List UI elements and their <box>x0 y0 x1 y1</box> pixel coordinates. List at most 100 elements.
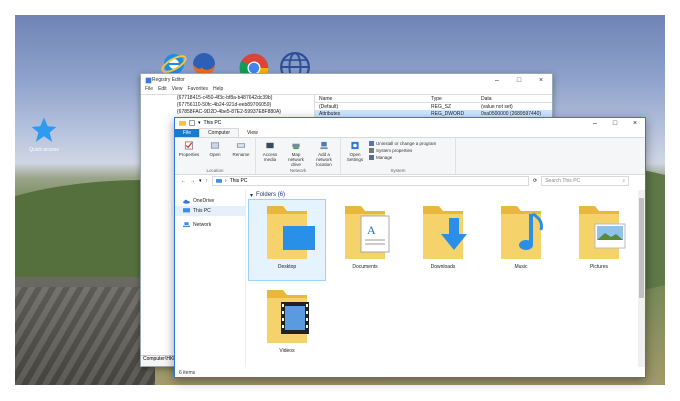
map-network-drive-label: Map network drive <box>288 152 304 167</box>
minimize-button[interactable]: – <box>486 77 508 84</box>
maximize-button[interactable]: □ <box>508 77 530 84</box>
folder-label: Music <box>514 264 528 270</box>
nav-item-network[interactable]: Network <box>175 220 245 230</box>
tree-item[interactable]: {67718415-c450-4f3c-bf8a-b487642dc39b} <box>141 95 314 102</box>
network-drive-icon <box>292 143 300 150</box>
cloud-icon <box>183 199 190 204</box>
status-bar-item-count: 6 items <box>179 370 196 376</box>
registry-values-pane[interactable]: Name Type Data (Default) REG_SZ (value n… <box>315 95 552 117</box>
vertical-scrollbar[interactable] <box>638 190 645 367</box>
registry-title: Registry Editor <box>152 77 185 83</box>
column-data[interactable]: Data <box>481 96 552 102</box>
quick-access-shortcut[interactable]: Quick access <box>21 115 67 153</box>
menu-file[interactable]: File <box>145 86 153 94</box>
maximize-button[interactable]: □ <box>605 120 625 127</box>
scrollbar-thumb[interactable] <box>639 198 644 298</box>
computer-icon <box>183 208 190 213</box>
stone-wall <box>15 277 155 385</box>
open-settings-button[interactable]: Open Settings <box>343 138 367 168</box>
tab-computer[interactable]: Computer <box>199 128 240 137</box>
ribbon-group-network: Access media Map network drive Add a net… <box>256 138 341 174</box>
quick-access-label: Quick access <box>29 147 59 153</box>
manage-label: Manage <box>376 155 393 160</box>
value-name: Attributes <box>319 110 341 117</box>
registry-app-icon <box>145 77 152 83</box>
registry-menu-bar: File Edit View Favorites Help <box>141 86 552 95</box>
column-type[interactable]: Type <box>431 96 481 102</box>
value-type: REG_DWORD <box>431 110 465 117</box>
open-icon <box>210 142 220 149</box>
folder-documents[interactable]: A Documents <box>327 200 403 280</box>
folder-pictures[interactable]: Pictures <box>561 200 637 280</box>
menu-help[interactable]: Help <box>213 86 223 94</box>
registry-title-bar[interactable]: Registry Editor – □ × <box>141 74 552 86</box>
system-icon <box>369 148 374 153</box>
folder-videos[interactable]: Videos <box>249 284 325 364</box>
open-button[interactable]: Open <box>203 138 227 168</box>
refresh-button[interactable]: ⟳ <box>533 178 537 184</box>
tree-item[interactable]: {67756110-50fc-4b24-921d-eeb89706059} <box>141 102 314 109</box>
add-network-location-button[interactable]: Add a network location <box>310 138 338 168</box>
access-media-label: Access media <box>262 152 278 162</box>
menu-view[interactable]: View <box>172 86 183 94</box>
breadcrumb[interactable]: This PC <box>230 178 248 184</box>
media-icon <box>266 142 274 149</box>
minimize-button[interactable]: – <box>585 120 605 127</box>
folder-label: Documents <box>352 264 378 270</box>
pictures-folder-icon <box>579 206 626 259</box>
forward-button[interactable]: → <box>190 178 195 184</box>
nav-label: Network <box>193 222 212 228</box>
nav-item-onedrive[interactable]: OneDrive <box>175 196 245 206</box>
close-button[interactable]: × <box>625 120 645 127</box>
network-icon <box>183 222 190 228</box>
value-row[interactable]: Attributes REG_DWORD 0xa0500000 (2689597… <box>315 110 552 117</box>
file-explorer-window[interactable]: ▾ This PC – □ × File Computer View Prope… <box>174 117 646 378</box>
manage-button[interactable]: Manage <box>369 155 436 160</box>
value-row[interactable]: (Default) REG_SZ (value not set) <box>315 103 552 110</box>
section-title: Folders (6) <box>256 192 286 198</box>
explorer-title-bar[interactable]: ▾ This PC – □ × <box>175 118 645 128</box>
folder-music[interactable]: Music <box>483 200 559 280</box>
recent-locations-button[interactable]: ▾ <box>199 178 202 184</box>
tree-item[interactable]: {67858FAC-9D2D-4be5-87E2-59937E8F880A} <box>141 109 314 116</box>
folder-icon <box>179 120 186 126</box>
value-data: 0xa0500000 (2689597440) <box>481 110 542 117</box>
search-input[interactable]: Search This PC ⌕ <box>541 176 630 186</box>
properties-button[interactable]: Properties <box>177 138 201 168</box>
system-commands: Uninstall or change a program System pro… <box>369 138 436 168</box>
tab-file[interactable]: File <box>175 129 200 137</box>
group-label: Network <box>289 168 307 173</box>
section-header[interactable]: ▾ Folders (6) <box>247 190 637 200</box>
properties-icon[interactable] <box>189 120 195 126</box>
map-network-drive-button[interactable]: Map network drive <box>284 138 308 168</box>
close-button[interactable]: × <box>530 77 552 84</box>
ribbon-group-system: Open Settings Uninstall or change a prog… <box>341 138 456 174</box>
ribbon-tabs: File Computer View <box>175 128 645 138</box>
manage-icon <box>369 155 374 160</box>
rename-button[interactable]: Rename <box>229 138 253 168</box>
properties-label: Properties <box>178 152 200 157</box>
add-network-location-label: Add a network location <box>316 152 332 167</box>
videos-folder-icon <box>267 290 309 343</box>
access-media-button[interactable]: Access media <box>258 138 282 168</box>
address-bar[interactable]: › This PC <box>212 176 530 186</box>
folder-downloads[interactable]: Downloads <box>405 200 481 280</box>
rename-label: Rename <box>232 152 250 157</box>
search-placeholder: Search This PC <box>545 178 581 184</box>
nav-item-this-pc[interactable]: This PC <box>175 206 245 216</box>
downloads-folder-icon <box>423 206 467 259</box>
folder-desktop[interactable]: Desktop <box>248 199 326 281</box>
open-settings-label: Open Settings <box>346 152 364 162</box>
uninstall-program-button[interactable]: Uninstall or change a program <box>369 141 436 146</box>
search-icon: ⌕ <box>622 178 626 184</box>
up-button[interactable]: ↑ <box>206 178 209 184</box>
back-button[interactable]: ← <box>181 178 186 184</box>
folder-label: Desktop <box>277 264 297 270</box>
system-properties-button[interactable]: System properties <box>369 148 436 153</box>
quick-access-toolbar-dropdown[interactable]: ▾ <box>198 120 201 126</box>
menu-favorites[interactable]: Favorites <box>187 86 208 94</box>
menu-edit[interactable]: Edit <box>158 86 167 94</box>
tab-view[interactable]: View <box>239 129 266 137</box>
star-icon <box>31 117 57 142</box>
column-name[interactable]: Name <box>315 96 431 102</box>
